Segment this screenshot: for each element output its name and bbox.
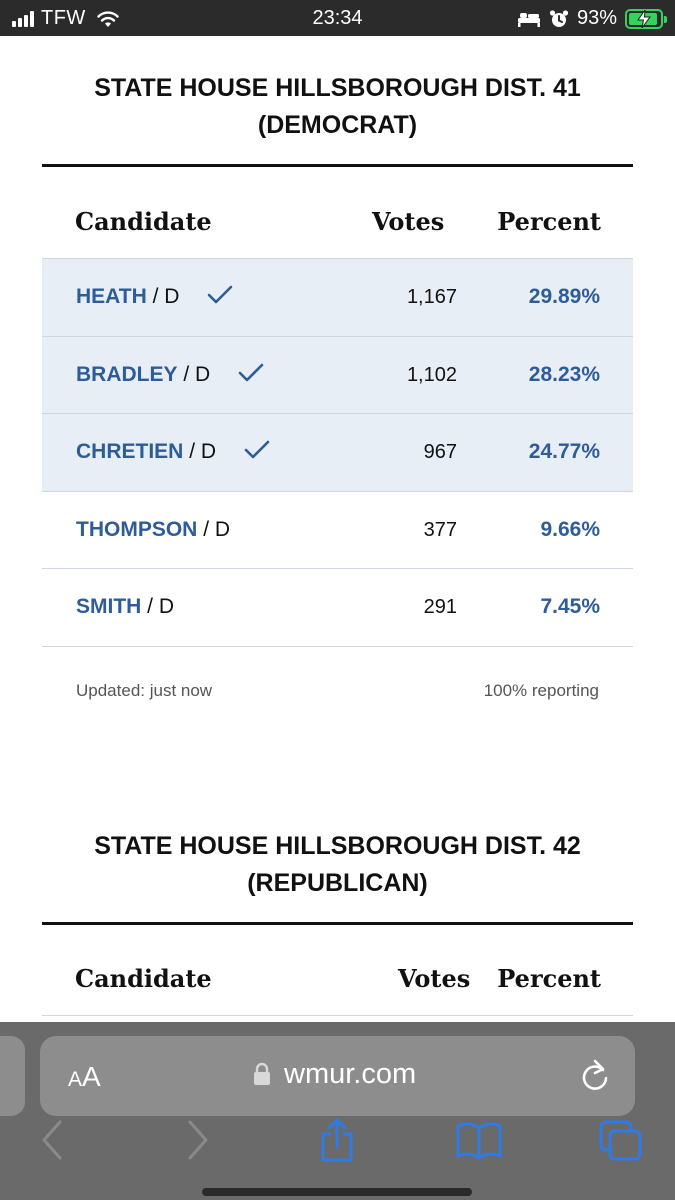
bookmarks-icon[interactable]: [456, 1118, 502, 1162]
party-label: / D: [147, 595, 175, 618]
vote-percent: 28.23%: [528, 362, 600, 386]
url-text[interactable]: wmur.com: [284, 1058, 416, 1091]
battery-charging-icon: [625, 8, 667, 29]
party-label: / D: [189, 440, 217, 463]
header-candidate: Candidate: [75, 207, 212, 236]
battery-percent: 93%: [576, 7, 617, 29]
vote-percent: 7.45%: [540, 595, 600, 618]
tabs-icon[interactable]: [598, 1118, 644, 1162]
table-header: Candidate Votes Percent: [42, 950, 633, 1006]
race-divider: [42, 922, 633, 925]
party-label: / D: [152, 285, 180, 308]
vote-count: 1,102: [406, 363, 457, 386]
browser-toolbar: AA wmur.com: [0, 1022, 675, 1200]
party-label: / D: [183, 362, 211, 386]
header-votes: Votes: [398, 964, 471, 993]
reload-icon[interactable]: [579, 1058, 611, 1092]
table-row: HEATH / D 1,167 29.89%: [42, 259, 633, 337]
text-size-label: A: [68, 1068, 83, 1091]
vote-count: 291: [423, 596, 457, 618]
header-percent: Percent: [497, 207, 601, 236]
updated-note: Updated: just now: [76, 681, 213, 700]
winner-check-icon: [244, 440, 270, 459]
winner-check-icon: [238, 363, 264, 381]
header-percent: Percent: [497, 964, 601, 993]
table-row: SMITH / D 291 7.45%: [42, 569, 633, 647]
bed-icon: [517, 12, 540, 27]
table-row: THOMPSON / D 377 9.66%: [42, 492, 633, 569]
vote-percent: 24.77%: [528, 440, 600, 463]
candidate-link[interactable]: CHRETIEN: [76, 440, 183, 463]
candidate-link[interactable]: BRADLEY: [76, 363, 178, 386]
vote-percent: 29.89%: [528, 285, 600, 308]
race-divider: [42, 164, 633, 167]
vote-count: 1,167: [406, 286, 457, 308]
forward-icon[interactable]: [186, 1118, 210, 1162]
table-row: BRADLEY / D 1,102 28.23%: [42, 336, 633, 414]
race-title: STATE HOUSE HILLSBOROUGH DIST. 41 (DEMOC…: [94, 74, 581, 139]
candidate-link[interactable]: THOMPSON: [76, 518, 197, 541]
text-size-button[interactable]: AA: [68, 1061, 101, 1093]
home-indicator: [202, 1188, 472, 1196]
bolt-icon: [637, 9, 651, 28]
race-title: STATE HOUSE HILLSBOROUGH DIST. 42 (REPUB…: [94, 832, 581, 897]
back-icon[interactable]: [40, 1118, 64, 1162]
party-label: / D: [203, 517, 231, 541]
vote-count: 377: [423, 518, 457, 541]
status-right: 93%: [517, 7, 667, 30]
candidate-link[interactable]: HEATH: [76, 285, 147, 308]
reporting-note: 100% reporting: [483, 681, 599, 700]
status-bar: TFW 23:34 93%: [0, 0, 675, 36]
lock-icon: [254, 1062, 270, 1085]
vote-count: 967: [423, 441, 457, 463]
previous-tab-preview[interactable]: [0, 1036, 25, 1116]
results-table: HEATH / D 1,167 29.89% BRADLEY / D 1,102…: [42, 258, 633, 647]
alarm-icon: [549, 9, 569, 27]
candidate-link[interactable]: SMITH: [76, 595, 141, 618]
vote-percent: 9.66%: [540, 517, 600, 541]
header-votes: Votes: [372, 207, 445, 236]
address-bar[interactable]: AA wmur.com: [40, 1036, 635, 1116]
table-header: Candidate Votes Percent: [42, 193, 633, 249]
table-row: CHRETIEN / D 967 24.77%: [42, 414, 633, 492]
winner-check-icon: [208, 285, 233, 304]
share-icon[interactable]: [318, 1118, 356, 1162]
header-candidate: Candidate: [75, 964, 212, 993]
row-divider: [42, 1015, 633, 1016]
